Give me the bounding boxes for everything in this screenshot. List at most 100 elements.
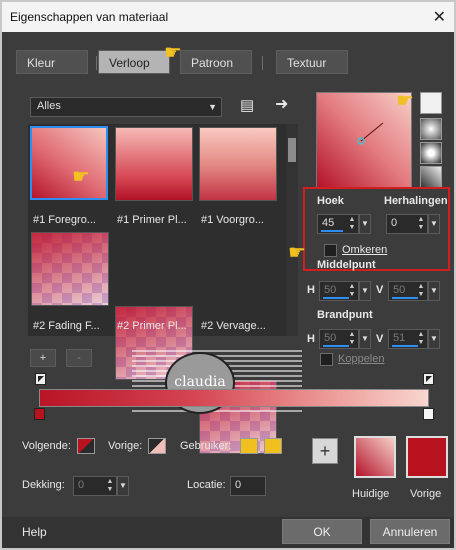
brandpunt-v-input[interactable]: 51 ▲ ▼ — [388, 329, 428, 349]
pointing-hand-icon: ☛ — [396, 90, 414, 112]
color-stop-marker[interactable] — [423, 408, 434, 420]
value-bar — [392, 345, 418, 347]
brandpunt-label: Brandpunt — [317, 309, 373, 321]
arrow-right-icon[interactable]: ➜ — [275, 94, 288, 114]
gradient-category-select[interactable]: Alles ▼ — [30, 97, 222, 117]
gradient-label-1: #1 Foregro... — [33, 214, 96, 226]
dekking-value: 0 — [78, 479, 85, 491]
gradient-label-2: #1 Primer Pl... — [117, 214, 187, 226]
watermark-text: claudia — [174, 374, 226, 390]
middelpunt-h-label: H — [307, 284, 315, 296]
gebruiker-label: Gebruiker: — [180, 440, 232, 452]
gradient-thumb-4[interactable] — [31, 232, 109, 306]
middelpunt-v-dropdown[interactable]: ▼ — [428, 281, 440, 301]
tab-kleur[interactable]: Kleur — [16, 50, 88, 74]
cancel-button[interactable]: Annuleren — [370, 519, 450, 544]
brandpunt-h-value: 50 — [324, 332, 337, 344]
help-link[interactable]: Help — [22, 525, 47, 539]
user-color-swatch[interactable] — [240, 438, 258, 454]
value-bar — [392, 297, 418, 299]
herhalingen-value: 0 — [391, 217, 398, 229]
omkeren-checkbox[interactable] — [324, 244, 337, 257]
hoek-value: 45 — [322, 217, 335, 229]
gradient-editor-bar[interactable] — [39, 389, 429, 407]
hoek-input[interactable]: 45 ▲ ▼ — [317, 214, 359, 234]
gradient-label-6: #2 Vervage... — [201, 320, 266, 332]
tab-verloop[interactable]: Verloop — [98, 50, 170, 74]
koppelen-checkbox[interactable] — [320, 353, 333, 366]
brandpunt-v-dropdown[interactable]: ▼ — [428, 329, 440, 349]
spinner-arrows-icon[interactable]: ▲ ▼ — [416, 216, 426, 232]
value-bar — [323, 297, 349, 299]
chevron-down-icon: ▼ — [208, 102, 217, 112]
sunburst-gradient-button[interactable] — [420, 166, 442, 188]
hoek-label: Hoek — [317, 195, 344, 207]
title-bar: Eigenschappen van materiaal ✕ — [2, 2, 454, 32]
brandpunt-h-dropdown[interactable]: ▼ — [359, 329, 371, 349]
spinner-arrows-icon[interactable]: ▲ ▼ — [347, 216, 357, 232]
dekking-input[interactable]: 0 ▲ ▼ — [73, 476, 117, 496]
herhalingen-input[interactable]: 0 ▲ ▼ — [386, 214, 428, 234]
hoek-dropdown[interactable]: ▼ — [359, 214, 371, 234]
opacity-stop-marker[interactable] — [35, 373, 46, 385]
window-title: Eigenschappen van materiaal — [10, 10, 169, 24]
brandpunt-v-value: 51 — [393, 332, 406, 344]
pointing-hand-icon: ☛ — [164, 42, 182, 64]
value-bar — [321, 230, 343, 232]
volgende-swatch[interactable] — [77, 438, 95, 454]
middelpunt-v-input[interactable]: 50 ▲ ▼ — [388, 281, 428, 301]
category-value: Alles — [37, 100, 61, 112]
herhalingen-dropdown[interactable]: ▼ — [428, 214, 440, 234]
herhalingen-label: Herhalingen — [384, 195, 448, 207]
pointing-hand-icon: ☛ — [288, 242, 306, 264]
middelpunt-h-dropdown[interactable]: ▼ — [359, 281, 371, 301]
brandpunt-h-input[interactable]: 50 ▲ ▼ — [319, 329, 359, 349]
color-stop-marker[interactable] — [34, 408, 45, 420]
material-properties-dialog: Eigenschappen van materiaal ✕ Kleur Verl… — [0, 0, 456, 550]
ok-button[interactable]: OK — [282, 519, 362, 544]
add-gradient-button[interactable]: + — [30, 349, 56, 367]
tab-separator — [262, 56, 263, 70]
middelpunt-v-value: 50 — [393, 284, 406, 296]
gradient-edit-icon[interactable]: ▤ — [240, 96, 254, 114]
gradient-thumb-1[interactable] — [30, 126, 108, 200]
rectangular-gradient-button[interactable] — [420, 118, 442, 140]
gradient-list-scrollbar[interactable] — [286, 124, 298, 336]
middelpunt-h-value: 50 — [324, 284, 337, 296]
gradient-label-4: #2 Fading F... — [33, 320, 100, 332]
gradient-label-3: #1 Voorgro... — [201, 214, 264, 226]
dekking-label: Dekking: — [22, 479, 65, 491]
middelpunt-v-label: V — [376, 284, 384, 296]
brandpunt-h-label: H — [307, 333, 315, 345]
close-icon[interactable]: ✕ — [433, 7, 446, 27]
locatie-value: 0 — [235, 479, 242, 491]
add-color-button[interactable]: + — [312, 438, 338, 464]
vorige-swatch-small[interactable] — [148, 438, 166, 454]
tab-separator — [96, 56, 97, 70]
radial-gradient-button[interactable] — [420, 142, 442, 164]
linear-gradient-button[interactable] — [420, 92, 442, 114]
user-color-swatch[interactable] — [264, 438, 282, 454]
middelpunt-label: Middelpunt — [317, 259, 376, 271]
current-gradient-swatch[interactable] — [354, 436, 396, 478]
gradient-thumb-2[interactable] — [115, 127, 193, 201]
vorige-swatch-label: Vorige — [410, 488, 442, 500]
pointing-hand-icon: ☛ — [72, 166, 90, 188]
tab-textuur[interactable]: Textuur — [276, 50, 348, 74]
scrollbar-thumb[interactable] — [288, 138, 296, 162]
gradient-thumb-3[interactable] — [199, 127, 277, 201]
omkeren-label[interactable]: Omkeren — [342, 244, 387, 256]
gradient-label-5: #2 Primer Pl... — [117, 320, 187, 332]
gradient-list: ☛ #1 Foregro... #1 Primer Pl... #1 Voorg… — [28, 124, 286, 454]
opacity-stop-marker[interactable] — [423, 373, 434, 385]
middelpunt-h-input[interactable]: 50 ▲ ▼ — [319, 281, 359, 301]
previous-gradient-swatch[interactable] — [406, 436, 448, 478]
koppelen-label: Koppelen — [338, 353, 385, 365]
remove-gradient-button[interactable]: - — [66, 349, 92, 367]
value-bar — [323, 345, 349, 347]
huidige-label: Huidige — [352, 488, 390, 500]
tab-patroon[interactable]: Patroon — [180, 50, 252, 74]
spinner-arrows-icon[interactable]: ▲ ▼ — [105, 478, 115, 494]
dekking-dropdown[interactable]: ▼ — [117, 476, 129, 496]
locatie-input[interactable]: 0 — [230, 476, 266, 496]
